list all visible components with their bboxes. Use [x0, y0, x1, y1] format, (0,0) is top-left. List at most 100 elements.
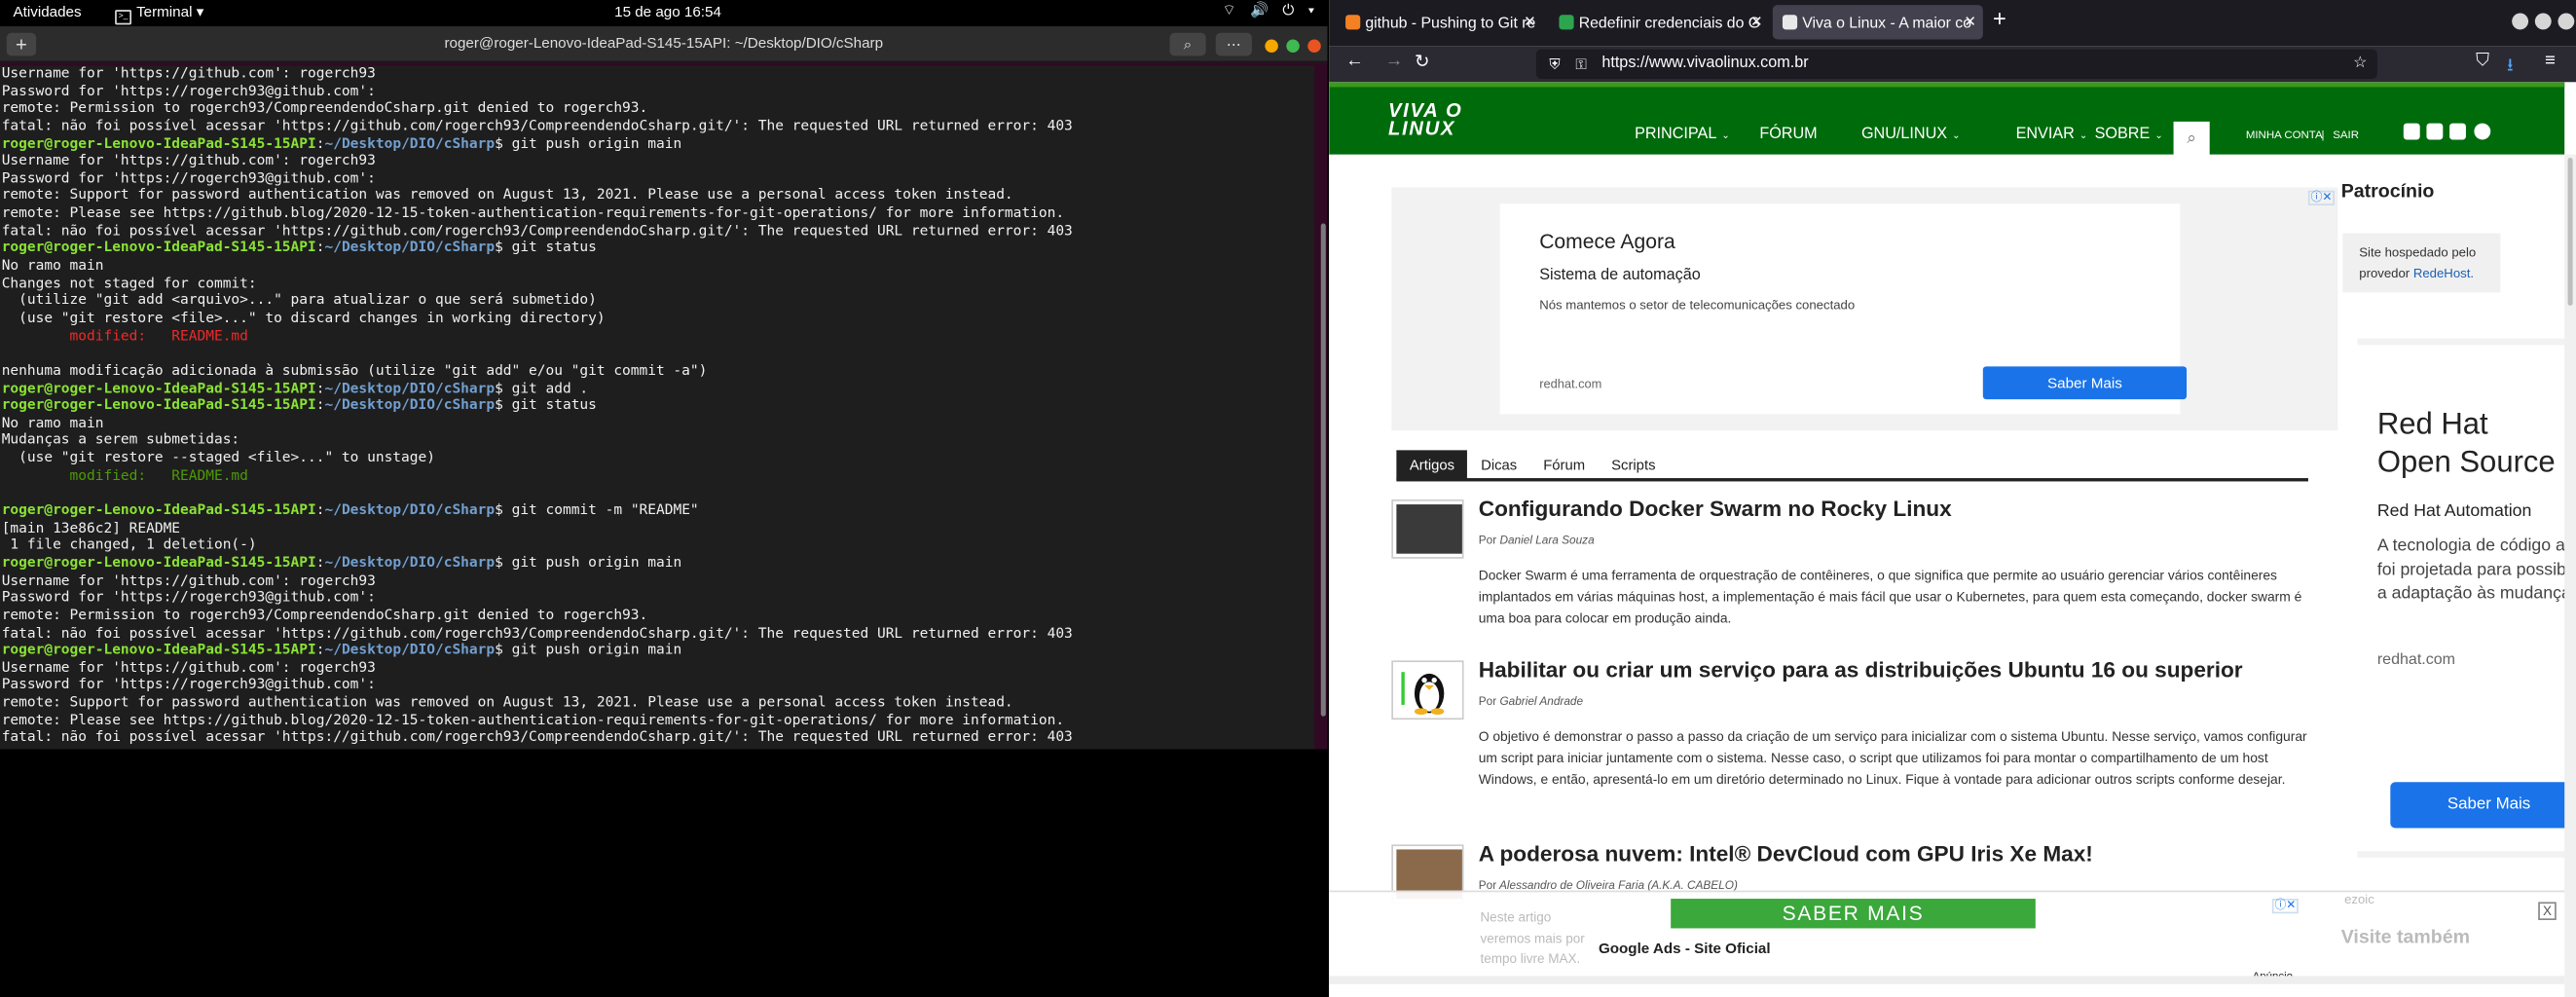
browser-tab-active[interactable]: Viva o Linux - A maior co ✕ — [1772, 5, 1983, 40]
ad-subhead: Red Hat Automation — [2376, 500, 2532, 521]
ad-headline-line-1: Red Hat — [2376, 405, 2488, 441]
horizontal-scrollbar[interactable] — [1329, 976, 2565, 984]
article-byline: Por Daniel Lara Souza — [1479, 535, 1595, 547]
ad-cta-button[interactable]: SABER MAIS — [1671, 899, 2036, 929]
tab-artigos[interactable]: Artigos — [1396, 450, 1468, 480]
article-author[interactable]: Gabriel Andrade — [1499, 697, 1583, 709]
banner-ad[interactable]: ⓘ✕ Comece Agora Sistema de automação Nós… — [1391, 187, 2338, 431]
article-title[interactable]: Configurando Docker Swarm no Rocky Linux — [1479, 497, 1952, 521]
sidebar-ad[interactable]: Red Hat Open Source Red Hat Automation A … — [2357, 338, 2576, 858]
menu-forum[interactable]: FÓRUM — [1759, 125, 1817, 143]
author-avatar[interactable] — [1391, 499, 1464, 559]
search-button[interactable]: ⌕ — [1169, 32, 1206, 56]
tab-label: Redefinir credenciais do G — [1578, 13, 1761, 32]
output-text: Changes not staged for commit: — [1, 275, 257, 292]
terminal-line: roger@roger-Lenovo-IdeaPad-S145-15API:~/… — [2, 381, 1314, 398]
maximize-button[interactable] — [1286, 39, 1300, 53]
command-text: $ git status — [495, 397, 597, 415]
terminal-line: remote: Permission to rogerch93/Compreen… — [2, 100, 1314, 118]
menu-principal[interactable]: PRINCIPAL ⌄ — [1635, 125, 1730, 143]
byline-label: Por — [1478, 535, 1497, 547]
rss-icon[interactable] — [2403, 123, 2420, 140]
ad-headline: Red Hat Open Source — [2377, 404, 2556, 480]
activities-button[interactable]: Atividades — [14, 3, 82, 19]
site-header: VIVA O LINUX PRINCIPAL ⌄ FÓRUM GNU/LINUX ⌄… — [1329, 82, 2565, 158]
close-button[interactable] — [2558, 13, 2575, 30]
article-title[interactable]: Habilitar ou criar um serviço para as di… — [1479, 657, 2243, 682]
terminal-line: roger@roger-Lenovo-IdeaPad-S145-15API:~/… — [2, 502, 1314, 520]
ad-description: A tecnologia de código aberto foi projet… — [2376, 535, 2576, 604]
reload-icon[interactable]: ↻ — [1415, 51, 1430, 72]
close-ad-button[interactable]: X — [2538, 902, 2557, 920]
output-text: Password for 'https://rogerch93@github.c… — [1, 170, 376, 188]
command-text: $ git push origin main — [495, 135, 682, 153]
terminal-output[interactable]: Username for 'https://github.com': roger… — [0, 65, 1314, 750]
new-tab-button[interactable]: + — [1993, 5, 2006, 31]
terminal-line: [main 13e86c2] README — [2, 520, 1314, 537]
site-search-button[interactable]: ⌕ — [2173, 121, 2210, 158]
menu-enviar[interactable]: ENVIAR ⌄ — [2016, 125, 2088, 143]
terminal-scrollbar[interactable] — [1320, 223, 1326, 717]
faded-article-text: Neste artigo veremos mais por tempo livr… — [1480, 909, 1585, 967]
browser-tab[interactable]: github - Pushing to Git re ✕ — [1336, 5, 1543, 39]
close-tab-icon[interactable]: ✕ — [1524, 5, 1536, 39]
my-account-link[interactable]: MINHA CONTA — [2246, 129, 2323, 141]
bookmark-star-icon[interactable]: ☆ — [2353, 50, 2368, 79]
minimize-button[interactable] — [1265, 39, 1278, 53]
scrollbar-thumb[interactable] — [2567, 158, 2573, 306]
download-icon[interactable]: ⭳ — [2507, 51, 2514, 82]
minimize-button[interactable] — [2512, 13, 2529, 30]
ad-card[interactable]: Comece Agora Sistema de automação Nós ma… — [1499, 203, 2188, 415]
article-excerpt: O objetivo é demonstrar o passo a passo … — [1478, 729, 2307, 788]
facebook-icon[interactable] — [2426, 123, 2444, 140]
ad-choices-icon[interactable]: ⓘ✕ — [2271, 899, 2299, 914]
app-menu-label: Terminal — [136, 3, 193, 20]
tab-forum[interactable]: Fórum — [1530, 450, 1599, 479]
ad-card[interactable]: Red Hat Open Source Red Hat Automation A … — [2357, 345, 2576, 852]
app-menu[interactable]: >_ Terminal ▾ — [115, 3, 203, 25]
prompt-dir: ~/Desktop/DIO/cSharp — [324, 380, 496, 397]
ezoic-label: ezoic — [2344, 892, 2374, 907]
close-tab-icon[interactable]: ✕ — [1750, 5, 1763, 39]
author-avatar[interactable] — [1391, 660, 1464, 720]
terminal-line: remote: Support for password authenticat… — [2, 695, 1314, 713]
ad-choices-icon[interactable]: ⓘ✕ — [2307, 190, 2335, 205]
redehost-link[interactable]: RedeHost. — [2413, 266, 2474, 280]
tracking-shield-icon[interactable]: ⛨ — [1549, 50, 1560, 79]
url-bar[interactable]: ⛨ ⚿ https://www.vivaolinux.com.br ☆ — [1535, 49, 2377, 79]
article-author[interactable]: Daniel Lara Souza — [1499, 535, 1594, 547]
tab-scripts[interactable]: Scripts — [1599, 450, 1669, 479]
ad-headline-line-2: Open Source — [2376, 443, 2556, 479]
url-text[interactable]: https://www.vivaolinux.com.br — [1601, 50, 1808, 79]
clock[interactable]: 15 de ago 16:54 — [614, 3, 721, 19]
terminal-line: roger@roger-Lenovo-IdeaPad-S145-15API:~/… — [2, 643, 1314, 660]
search-icon: ⌕ — [1183, 36, 1193, 53]
menu-button[interactable]: ⋯ — [1215, 32, 1252, 56]
browser-tab[interactable]: Redefinir credenciais do G ✕ — [1549, 5, 1769, 39]
menu-sobre[interactable]: SOBRE ⌄ — [2095, 125, 2163, 143]
sticky-bottom-ad[interactable]: Neste artigo veremos mais por tempo livr… — [1329, 890, 2565, 997]
back-icon[interactable]: ← — [1345, 51, 1364, 70]
system-tray[interactable]: ⌔ 🔊 ⏻ ▾ — [1223, 2, 1320, 20]
close-tab-icon[interactable]: ✕ — [1964, 5, 1976, 39]
twitter-icon[interactable] — [2449, 123, 2466, 140]
telegram-icon[interactable] — [2474, 123, 2491, 140]
hosting-note: Site hospedado pelo provedor RedeHost. — [2342, 233, 2501, 293]
logout-link[interactable]: SAIR — [2333, 129, 2359, 141]
lock-icon[interactable]: ⚿ — [1575, 50, 1587, 79]
ad-cta-button[interactable]: Saber Mais — [2390, 782, 2576, 829]
ad-cta-button[interactable]: Saber Mais — [1982, 366, 2188, 400]
pocket-icon[interactable]: ⛉ — [2476, 51, 2489, 72]
menu-gnu-linux[interactable]: GNU/LINUX ⌄ — [1861, 125, 1961, 143]
article-title[interactable]: A poderosa nuvem: Intel® DevCloud com GP… — [1479, 841, 2093, 866]
terminal-icon: >_ — [115, 10, 131, 25]
hamburger-menu-icon[interactable]: ≡ — [2545, 51, 2556, 70]
maximize-button[interactable] — [2534, 13, 2552, 30]
tab-dicas[interactable]: Dicas — [1468, 450, 1530, 479]
site-logo[interactable]: VIVA O LINUX — [1388, 100, 1463, 138]
output-text: fatal: não foi possível acessar 'https:/… — [1, 118, 1073, 135]
forward-icon[interactable]: → — [1385, 51, 1404, 70]
page-scrollbar[interactable] — [2564, 154, 2576, 997]
close-button[interactable] — [1307, 39, 1321, 53]
